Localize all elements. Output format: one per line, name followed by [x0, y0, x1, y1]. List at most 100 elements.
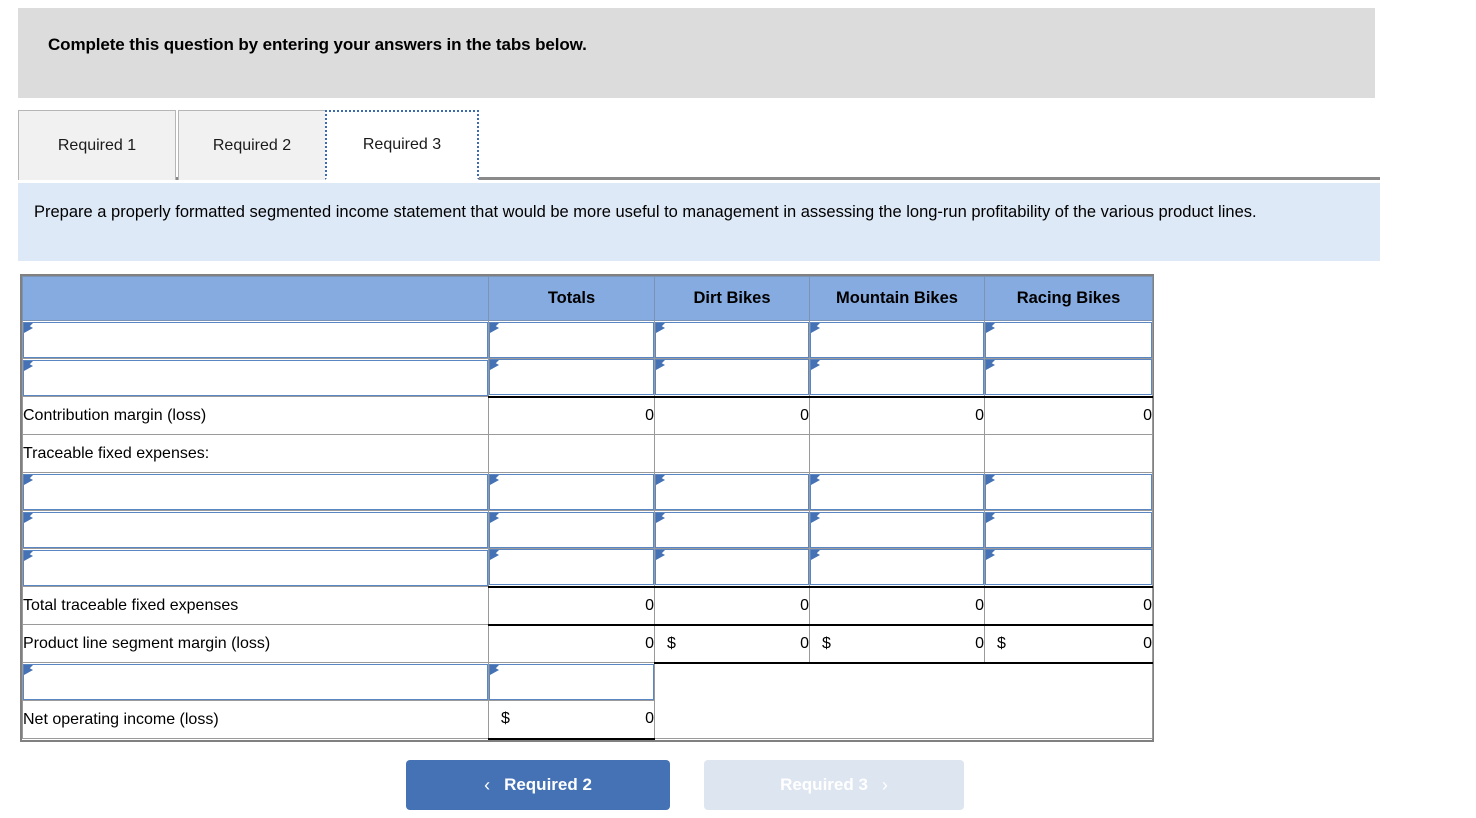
- input-field: [489, 473, 654, 510]
- amount-dirt: 0: [800, 634, 809, 652]
- requirement-tabs: Required 1 Required 2 Required 3: [18, 106, 1380, 180]
- value-total-traceable-mountain: 0: [809, 585, 985, 625]
- table-row-product-line-segment-margin: Product line segment margin (loss) 0 $0 …: [22, 623, 1153, 664]
- row-label-traceable-fixed-expenses: Traceable fixed expenses:: [22, 434, 489, 473]
- tab-required-3-label: Required 3: [362, 136, 442, 153]
- dropdown-triangle-icon: [986, 474, 995, 485]
- cell-racing-input-4[interactable]: [984, 548, 1153, 587]
- value-segment-margin-totals: 0: [488, 623, 655, 663]
- cell-label-input-0[interactable]: [22, 320, 489, 359]
- row-label-total-traceable: Total traceable fixed expenses: [22, 586, 489, 625]
- cell-label-input-5[interactable]: [22, 662, 489, 701]
- input-field: [810, 549, 984, 586]
- dropdown-triangle-icon: [24, 322, 33, 333]
- value-total-traceable-racing: 0: [984, 585, 1153, 625]
- dropdown-triangle-icon: [656, 474, 665, 485]
- input-field: [23, 511, 488, 548]
- empty-merged-region: [654, 662, 1153, 739]
- col-header-racing: Racing Bikes: [984, 276, 1153, 321]
- dropdown-triangle-icon: [490, 664, 499, 675]
- input-field: [655, 473, 809, 510]
- dropdown-triangle-icon: [24, 550, 33, 561]
- dropdown-triangle-icon: [811, 512, 820, 523]
- cell-mountain-input-0[interactable]: [809, 320, 985, 359]
- value-traceable-heading-mountain: [809, 434, 985, 473]
- currency-symbol-mountain: $: [822, 634, 831, 652]
- input-field: [23, 549, 488, 586]
- dropdown-triangle-icon: [490, 360, 499, 371]
- input-field: [489, 663, 654, 700]
- input-field: [23, 321, 488, 358]
- value-contribution-margin-racing: 0: [984, 395, 1153, 435]
- input-field: [655, 511, 809, 548]
- tab-required-1[interactable]: Required 1: [18, 110, 176, 180]
- value-segment-margin-mountain: $0: [809, 623, 985, 664]
- value-contribution-margin-totals: 0: [488, 395, 655, 435]
- input-field: [23, 359, 488, 396]
- cell-racing-input-2[interactable]: [984, 472, 1153, 511]
- tab-required-2-label: Required 2: [212, 136, 292, 154]
- cell-label-input-1[interactable]: [22, 358, 489, 397]
- value-net-operating-income-totals: $0: [488, 700, 655, 740]
- cell-dirt-input-1[interactable]: [654, 358, 810, 397]
- dropdown-triangle-icon: [656, 360, 665, 371]
- cell-dirt-input-3[interactable]: [654, 510, 810, 549]
- input-field: [23, 473, 488, 510]
- table-row: [22, 510, 1153, 549]
- cell-racing-input-3[interactable]: [984, 510, 1153, 549]
- input-field: [985, 359, 1152, 396]
- table-body: Contribution margin (loss) 0 0 0 0 Trace…: [22, 320, 1153, 740]
- cell-mountain-input-4[interactable]: [809, 548, 985, 587]
- cell-dirt-input-0[interactable]: [654, 320, 810, 359]
- input-field: [985, 549, 1152, 586]
- col-header-totals: Totals: [488, 276, 655, 321]
- cell-label-input-3[interactable]: [22, 510, 489, 549]
- chevron-left-icon: ‹: [484, 774, 491, 795]
- tab-required-2[interactable]: Required 2: [178, 110, 326, 180]
- input-field: [655, 321, 809, 358]
- row-label-contribution-margin: Contribution margin (loss): [22, 396, 489, 435]
- input-field: [810, 321, 984, 358]
- previous-requirement-label: Required 2: [504, 775, 592, 794]
- table-row: [22, 548, 1153, 587]
- col-header-label: [22, 276, 489, 321]
- cell-mountain-input-2[interactable]: [809, 472, 985, 511]
- cell-dirt-input-2[interactable]: [654, 472, 810, 511]
- cell-totals-input-1[interactable]: [488, 358, 655, 397]
- value-total-traceable-totals: 0: [488, 585, 655, 625]
- dropdown-triangle-icon: [656, 322, 665, 333]
- row-label-net-operating-income: Net operating income (loss): [22, 700, 489, 739]
- cell-label-input-4[interactable]: [22, 548, 489, 587]
- dropdown-triangle-icon: [24, 664, 33, 675]
- cell-mountain-input-3[interactable]: [809, 510, 985, 549]
- dropdown-triangle-icon: [24, 360, 33, 371]
- cell-mountain-input-1[interactable]: [809, 358, 985, 397]
- instruction-text: Complete this question by entering your …: [48, 35, 587, 54]
- cell-totals-input-5[interactable]: [488, 662, 655, 701]
- next-requirement-label: Required 3: [780, 775, 868, 794]
- cell-totals-input-0[interactable]: [488, 320, 655, 359]
- cell-totals-input-4[interactable]: [488, 548, 655, 587]
- table-row: [22, 358, 1153, 397]
- dropdown-triangle-icon: [490, 474, 499, 485]
- amount-net-operating-income: 0: [645, 710, 654, 728]
- input-field: [489, 511, 654, 548]
- input-field: [985, 473, 1152, 510]
- next-requirement-button[interactable]: Required 3 ›: [704, 760, 964, 810]
- previous-requirement-button[interactable]: ‹ Required 2: [406, 760, 670, 810]
- cell-racing-input-0[interactable]: [984, 320, 1153, 359]
- cell-totals-input-3[interactable]: [488, 510, 655, 549]
- value-traceable-heading-dirt: [654, 434, 810, 473]
- input-field: [23, 663, 488, 700]
- dropdown-triangle-icon: [811, 474, 820, 485]
- cell-label-input-2[interactable]: [22, 472, 489, 511]
- value-total-traceable-dirt: 0: [654, 585, 810, 625]
- cell-dirt-input-4[interactable]: [654, 548, 810, 587]
- cell-totals-input-2[interactable]: [488, 472, 655, 511]
- dropdown-triangle-icon: [811, 360, 820, 371]
- instruction-bar: Complete this question by entering your …: [18, 8, 1375, 98]
- cell-racing-input-1[interactable]: [984, 358, 1153, 397]
- requirement-banner: Prepare a properly formatted segmented i…: [18, 183, 1380, 261]
- table-row-traceable-fixed-expenses-heading: Traceable fixed expenses:: [22, 434, 1153, 473]
- tab-required-3[interactable]: Required 3: [325, 110, 479, 180]
